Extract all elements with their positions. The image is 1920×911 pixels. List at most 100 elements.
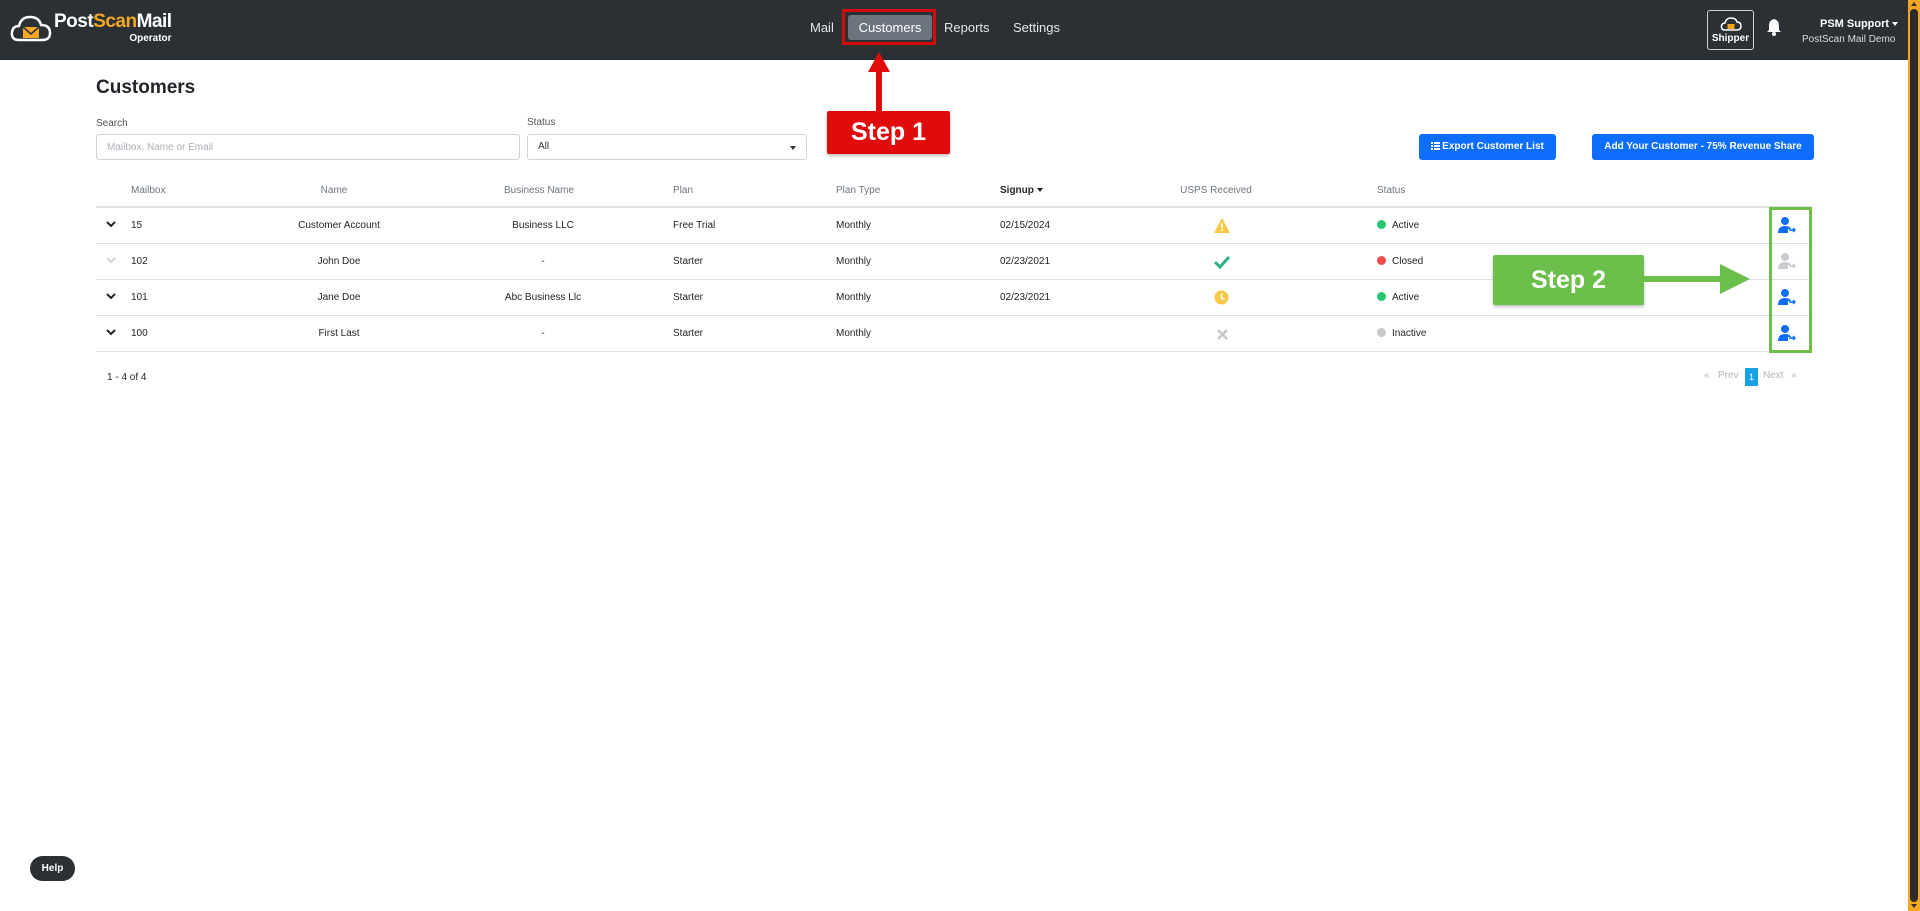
pagination-next[interactable]: Next	[1763, 370, 1784, 381]
cell-status: Active	[1377, 220, 1419, 231]
scroll-down-icon[interactable]	[1911, 904, 1917, 908]
export-button-label: Export Customer List	[1442, 141, 1544, 152]
cell-name: Customer Account	[298, 220, 380, 231]
step1-callout: Step 1	[827, 111, 950, 154]
cell-plan-type: Monthly	[836, 220, 872, 231]
cell-mailbox: 100	[131, 328, 148, 339]
cell-mailbox: 15	[131, 220, 143, 231]
cell-signup: 02/15/2024	[1000, 220, 1051, 231]
column-name[interactable]: Name	[321, 185, 348, 196]
sort-desc-icon	[1036, 188, 1043, 192]
shipper-icon	[1720, 17, 1742, 31]
table-row[interactable]: 15 Customer Account Business LLC Free Tr…	[96, 208, 1812, 244]
postscanmail-logo[interactable]: PostScanMail Operator	[10, 12, 172, 44]
check-icon	[1214, 256, 1230, 269]
chevron-down-icon[interactable]	[106, 221, 116, 228]
cell-plan-type: Monthly	[836, 292, 872, 303]
cell-plan-type: Monthly	[836, 256, 872, 267]
status-dot-icon	[1377, 256, 1386, 265]
status-label: Status	[527, 117, 556, 128]
column-plan[interactable]: Plan	[673, 185, 693, 196]
cloud-logo-icon	[10, 15, 52, 42]
status-text: Active	[1392, 292, 1420, 303]
scroll-up-icon[interactable]	[1911, 2, 1917, 6]
caret-down-icon	[1892, 22, 1899, 26]
step1-highlight-box	[842, 9, 936, 45]
table-row[interactable]: 100 First Last - Starter Monthly Inactiv…	[96, 316, 1812, 352]
x-icon	[1217, 329, 1228, 340]
step2-callout: Step 2	[1493, 255, 1644, 305]
nav-mail[interactable]: Mail	[810, 15, 834, 40]
step1-arrow-icon	[868, 52, 890, 114]
cell-business-name: Abc Business Llc	[504, 292, 582, 303]
pagination-last[interactable]: »	[1791, 370, 1797, 381]
column-plan-type[interactable]: Plan Type	[836, 185, 880, 196]
pagination-prev[interactable]: Prev	[1718, 370, 1739, 381]
logo-subtitle: Operator	[129, 33, 172, 44]
pagination-summary: 1 - 4 of 4	[107, 372, 147, 383]
bell-icon[interactable]	[1766, 18, 1782, 36]
cell-status: Inactive	[1377, 328, 1426, 339]
user-organization: PostScan Mail Demo	[1802, 34, 1896, 45]
cell-signup: 02/23/2021	[1000, 256, 1051, 267]
search-input[interactable]	[96, 134, 520, 160]
nav-reports[interactable]: Reports	[944, 15, 990, 40]
column-status[interactable]: Status	[1377, 185, 1405, 196]
add-customer-button[interactable]: Add Your Customer - 75% Revenue Share	[1592, 134, 1814, 160]
list-icon	[1431, 142, 1441, 150]
user-name: PSM Support	[1820, 18, 1890, 30]
column-usps-received[interactable]: USPS Received	[1180, 185, 1252, 196]
cell-business-name: Business LLC	[512, 220, 574, 231]
cell-signup: 02/23/2021	[1000, 292, 1051, 303]
cell-plan-type: Monthly	[836, 328, 872, 339]
column-business-name[interactable]: Business Name	[504, 185, 574, 196]
cell-plan: Starter	[673, 328, 704, 339]
pagination-first[interactable]: «	[1704, 370, 1710, 381]
status-text: Closed	[1392, 256, 1424, 267]
cell-status: Closed	[1377, 256, 1423, 267]
status-dot-icon	[1377, 220, 1386, 229]
cell-business-name: -	[541, 328, 545, 339]
cell-name: John Doe	[317, 256, 361, 267]
page-title: Customers	[96, 77, 196, 98]
cell-name: First Last	[318, 328, 360, 339]
status-text: Inactive	[1392, 328, 1427, 339]
column-signup[interactable]: Signup	[1000, 185, 1043, 196]
cell-business-name: -	[541, 256, 545, 267]
shipper-button[interactable]: Shipper	[1707, 10, 1754, 50]
warning-icon	[1214, 218, 1230, 233]
logo-text-post: Post	[54, 11, 94, 32]
chevron-down-icon	[790, 146, 796, 150]
column-mailbox[interactable]: Mailbox	[131, 185, 165, 196]
cell-mailbox: 102	[131, 256, 148, 267]
status-text: Active	[1392, 220, 1420, 231]
cell-status: Active	[1377, 292, 1419, 303]
status-select[interactable]: All	[527, 134, 807, 160]
help-button[interactable]: Help	[30, 856, 75, 881]
logo-text-mail: Mail	[136, 11, 172, 32]
scrollbar-thumb[interactable]	[1910, 9, 1918, 902]
cell-plan: Starter	[673, 292, 704, 303]
clock-icon	[1214, 290, 1229, 305]
cell-name: Jane Doe	[317, 292, 361, 303]
column-signup-label: Signup	[1000, 185, 1034, 196]
logo-text-scan: Scan	[93, 11, 137, 32]
step2-arrow-icon	[1642, 264, 1750, 294]
status-dot-icon	[1377, 292, 1386, 301]
chevron-down-icon[interactable]	[106, 293, 116, 300]
shipper-label: Shipper	[1711, 33, 1750, 44]
user-menu[interactable]: PSM Support	[1820, 18, 1899, 30]
cell-mailbox: 101	[131, 292, 148, 303]
status-dot-icon	[1377, 328, 1386, 337]
table-header: Mailbox Name Business Name Plan Plan Typ…	[96, 178, 1812, 208]
cell-plan: Starter	[673, 256, 704, 267]
step2-highlight-box	[1769, 207, 1812, 353]
nav-settings[interactable]: Settings	[1013, 15, 1060, 40]
pagination-page-1[interactable]: 1	[1745, 368, 1758, 386]
search-label: Search	[96, 118, 128, 129]
chevron-down-icon[interactable]	[106, 329, 116, 336]
chevron-down-icon[interactable]	[106, 257, 116, 264]
top-navbar: PostScanMail Operator Mail Customers Rep…	[0, 0, 1908, 60]
export-customer-list-button[interactable]: Export Customer List	[1419, 134, 1556, 160]
status-select-value: All	[538, 141, 550, 152]
